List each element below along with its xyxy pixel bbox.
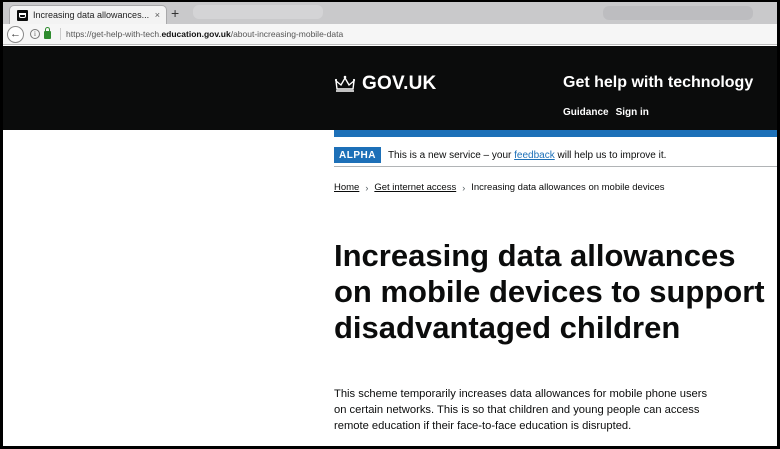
screenshot-border: [0, 0, 780, 449]
